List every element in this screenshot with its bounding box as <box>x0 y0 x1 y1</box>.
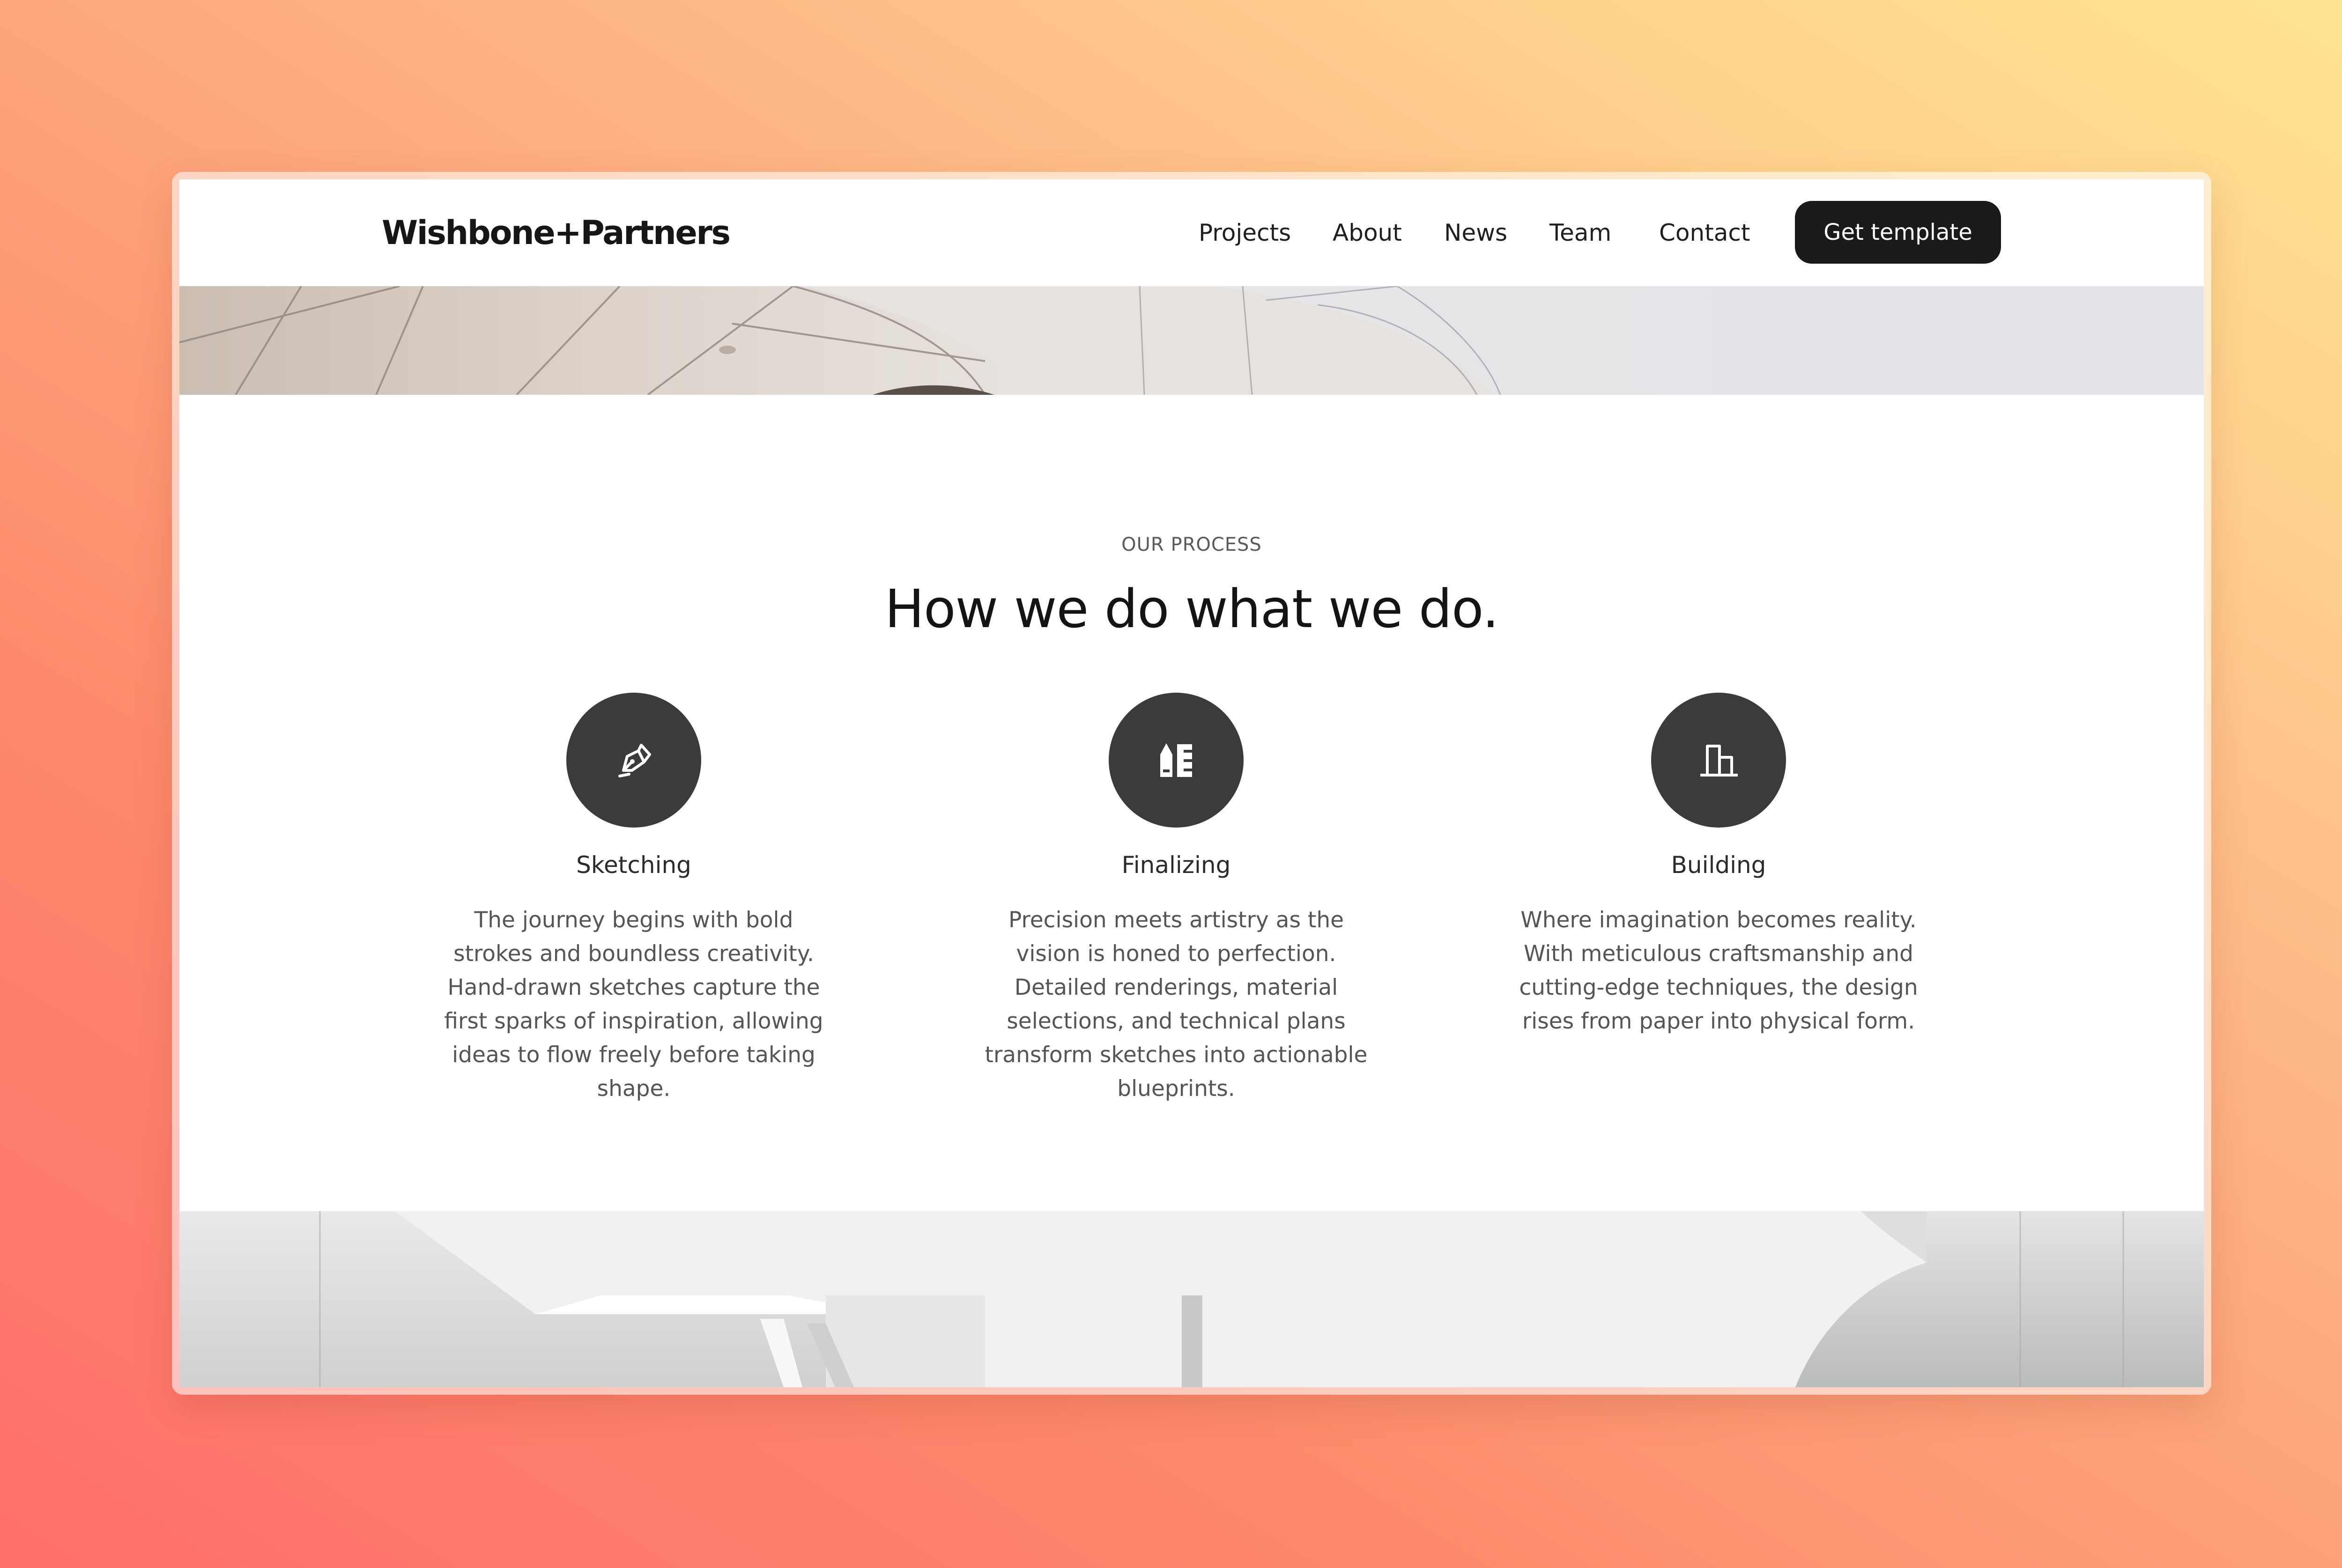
step-description: The journey begins with bold strokes and… <box>444 907 823 1102</box>
step-title: Finalizing <box>1121 851 1231 879</box>
step-title: Sketching <box>576 851 691 879</box>
step-title: Building <box>1671 851 1766 879</box>
nav-link-about[interactable]: About <box>1333 219 1402 247</box>
process-step-sketching: Sketching The journey begins with bold s… <box>423 693 845 1114</box>
browser-frame: Wishbone+Partners Projects About News Te… <box>172 172 2211 1395</box>
nav-link-news[interactable]: News <box>1444 219 1507 247</box>
architecture-photo-bottom <box>179 1211 2204 1387</box>
nav-link-team[interactable]: Team <box>1549 219 1611 247</box>
architecture-photo-top <box>179 286 2204 395</box>
building-icon <box>1700 745 1738 777</box>
section-eyebrow: OUR PROCESS <box>1121 534 1262 555</box>
navbar: Wishbone+Partners Projects About News Te… <box>179 179 2204 286</box>
website-screen: Wishbone+Partners Projects About News Te… <box>179 179 2204 1387</box>
nav-link-contact[interactable]: Contact <box>1659 219 1750 247</box>
blueprint-pencil-ruler-icon <box>1160 743 1192 777</box>
brand-logo[interactable]: Wishbone+Partners <box>382 213 731 252</box>
step-icon-circle <box>1651 693 1786 828</box>
footer-architecture-image <box>179 1211 2204 1387</box>
hero-architecture-image <box>179 286 2204 395</box>
process-step-finalizing: Finalizing Precision meets artistry as t… <box>965 693 1387 1114</box>
get-template-button[interactable]: Get template <box>1795 201 2001 264</box>
step-icon-circle <box>566 693 701 828</box>
section-title: How we do what we do. <box>884 579 1499 640</box>
nav-link-projects[interactable]: Projects <box>1199 219 1291 247</box>
pen-nib-icon <box>618 744 651 777</box>
process-step-building: Building Where imagination becomes reali… <box>1508 693 1929 1114</box>
step-icon-circle <box>1109 693 1244 828</box>
step-description: Where imagination becomes reality. With … <box>1519 907 1918 1034</box>
step-description: Precision meets artistry as the vision i… <box>985 907 1368 1102</box>
